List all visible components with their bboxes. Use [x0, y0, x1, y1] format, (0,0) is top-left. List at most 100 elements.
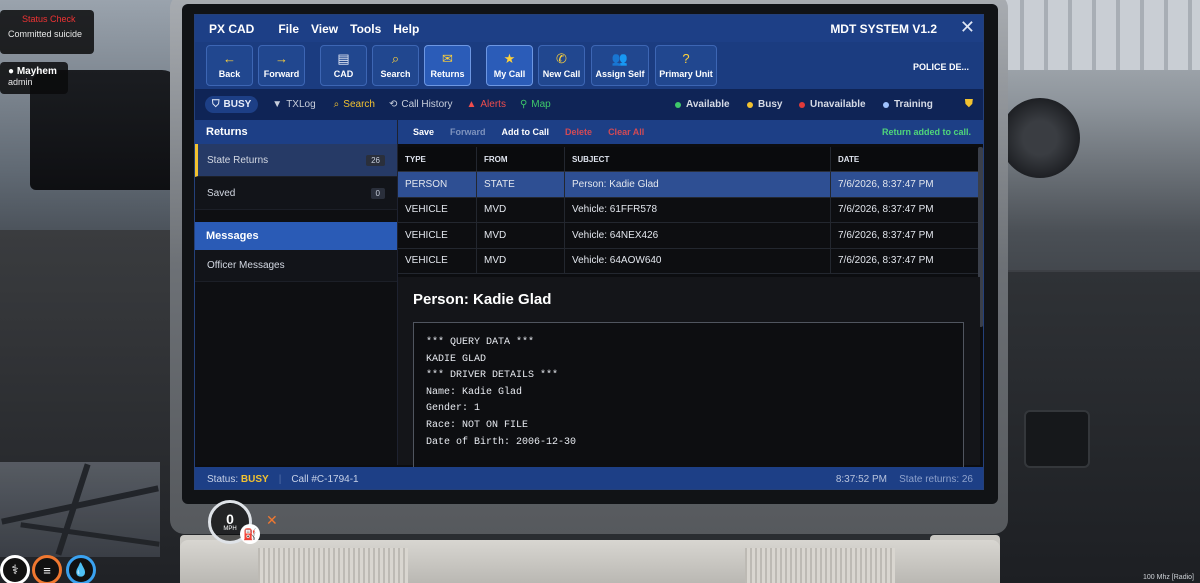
department-name: POLICE DE...	[912, 62, 969, 72]
left-panel: Returns State Returns 26 Saved 0 Message…	[195, 120, 398, 465]
search-link-label: Search	[343, 99, 375, 110]
badge-icon: ⛊	[964, 98, 973, 110]
table-row[interactable]: VEHICLE MVD Vehicle: 64AOW640 7/6/2026, …	[398, 248, 980, 274]
health-icon: ⚕	[0, 555, 30, 583]
cell-from: MVD	[477, 197, 565, 222]
cell-date: 7/6/2026, 8:37:47 PM	[831, 223, 980, 248]
detail-title: Person: Kadie Glad	[413, 291, 552, 308]
toolbar: ← Back → Forward ▤ CAD ⌕ Search ✉ Return…	[195, 42, 983, 89]
footer-separator: |	[278, 473, 282, 485]
back-label: Back	[218, 69, 241, 79]
action-bar: Save Forward Add to Call Delete Clear Al…	[398, 120, 983, 144]
busy-dot	[747, 101, 753, 108]
menu-tools[interactable]: Tools	[350, 22, 381, 36]
detail-line: Name: Kadie Glad	[426, 386, 523, 398]
sidebar-item-officer-messages[interactable]: Officer Messages	[195, 250, 397, 282]
returns-label: Returns	[430, 69, 465, 79]
sidebar-item-saved[interactable]: Saved 0	[195, 177, 397, 210]
my-call-button[interactable]: ★ My Call	[486, 45, 533, 86]
radio-frequency: 100 Mhz [Radio]	[1143, 574, 1194, 581]
cad-button[interactable]: ▤ CAD	[320, 45, 367, 86]
add-to-call-button[interactable]: Add to Call	[502, 127, 550, 137]
returns-button[interactable]: ✉ Returns	[424, 45, 471, 86]
speaker-grille-left	[258, 548, 408, 583]
column-date[interactable]: DATE	[831, 147, 980, 171]
map-link[interactable]: ⚲ Map	[520, 99, 551, 110]
delete-button[interactable]: Delete	[565, 127, 592, 137]
scene-vent	[1024, 410, 1090, 468]
busy-status-toggle[interactable]: ⛉ BUSY	[205, 96, 259, 113]
legend-available: Available	[675, 99, 730, 110]
title-bar: PX CAD File View Tools Help MDT SYSTEM V…	[195, 15, 983, 42]
column-from[interactable]: FROM	[477, 147, 565, 171]
legend-training: Training	[883, 99, 933, 110]
cell-type: VEHICLE	[398, 248, 477, 273]
shield-icon: ⛉	[212, 99, 220, 110]
users-icon: 👥	[611, 51, 629, 66]
call-history-link[interactable]: ⟲ Call History	[389, 99, 453, 110]
footer-status-value: BUSY	[240, 473, 269, 485]
primary-unit-label: Primary Unit	[659, 69, 713, 79]
back-button[interactable]: ← Back	[206, 45, 253, 86]
save-button[interactable]: Save	[413, 127, 434, 137]
footer-status: Status: BUSY	[207, 474, 269, 485]
inbox-icon: ✉	[442, 51, 453, 66]
state-returns-count: 26	[366, 154, 385, 166]
player-tag: ● Mayhem admin	[0, 62, 68, 94]
clear-all-button[interactable]: Clear All	[608, 127, 644, 137]
table-header: TYPE FROM SUBJECT DATE	[398, 147, 980, 172]
txlog-link[interactable]: ▼ TXLog	[272, 99, 315, 110]
system-title: MDT SYSTEM V1.2	[830, 22, 937, 36]
legend-busy-label: Busy	[758, 99, 783, 110]
star-icon: ★	[503, 51, 516, 66]
primary-unit-button[interactable]: ? Primary Unit	[655, 45, 717, 86]
detail-line: *** QUERY DATA ***	[426, 337, 535, 348]
detail-line: Date of Birth: 2006-12-30	[426, 436, 577, 448]
hunger-icon: ≡	[32, 555, 62, 583]
column-type[interactable]: TYPE	[398, 147, 477, 171]
thirst-icon: 💧	[66, 555, 96, 583]
menu-view[interactable]: View	[311, 22, 338, 36]
new-call-label: New Call	[542, 69, 581, 79]
legend-busy: Busy	[747, 99, 782, 110]
forward-button[interactable]: → Forward	[258, 45, 305, 86]
legend-unavailable: Unavailable	[799, 99, 866, 110]
speed-value: 0	[226, 511, 234, 527]
table-row[interactable]: VEHICLE MVD Vehicle: 61FFR578 7/6/2026, …	[398, 197, 980, 223]
cell-type: VEHICLE	[398, 197, 477, 222]
cell-subject: Person: Kadie Glad	[565, 172, 831, 197]
scene-knob	[1000, 98, 1080, 178]
cell-from: MVD	[477, 223, 565, 248]
table-row[interactable]: PERSON STATE Person: Kadie Glad 7/6/2026…	[398, 172, 980, 198]
search-link[interactable]: ⌕ Search	[334, 99, 375, 110]
filter-icon: ▼	[272, 99, 283, 110]
status-check-title: Status Check	[22, 14, 76, 24]
menu-file[interactable]: File	[278, 22, 299, 36]
menu-help[interactable]: Help	[393, 22, 419, 36]
column-subject[interactable]: SUBJECT	[565, 147, 831, 171]
return-detail-pane: Person: Kadie Glad *** QUERY DATA *** KAD…	[398, 277, 980, 472]
alerts-link[interactable]: ▲ Alerts	[466, 99, 505, 110]
unavailable-dot	[799, 101, 805, 108]
player-name-text: Mayhem	[16, 66, 57, 77]
close-icon[interactable]: ✕	[960, 18, 975, 36]
saved-label: Saved	[207, 187, 236, 199]
cell-from: MVD	[477, 248, 565, 273]
cell-date: 7/6/2026, 8:37:47 PM	[831, 197, 980, 222]
assign-self-button[interactable]: 👥 Assign Self	[591, 45, 649, 86]
forward-action-button[interactable]: Forward	[450, 127, 486, 137]
detail-line: Race: NOT ON FILE	[426, 419, 529, 431]
new-call-button[interactable]: ✆ New Call	[538, 45, 585, 86]
cell-type: PERSON	[398, 172, 477, 197]
search-button[interactable]: ⌕ Search	[372, 45, 419, 86]
phone-icon: ✆	[556, 51, 567, 66]
table-row[interactable]: VEHICLE MVD Vehicle: 64NEX426 7/6/2026, …	[398, 223, 980, 249]
map-pin-icon: ⚲	[519, 99, 528, 110]
training-dot	[883, 101, 889, 108]
saved-count: 0	[370, 187, 385, 199]
footer-call-number: Call #C-1794-1	[291, 473, 359, 485]
returns-header: Returns	[195, 120, 397, 144]
sidebar-item-state-returns[interactable]: State Returns 26	[195, 144, 397, 177]
txlog-label: TXLog	[286, 99, 316, 110]
player-name: ● Mayhem	[8, 66, 60, 77]
